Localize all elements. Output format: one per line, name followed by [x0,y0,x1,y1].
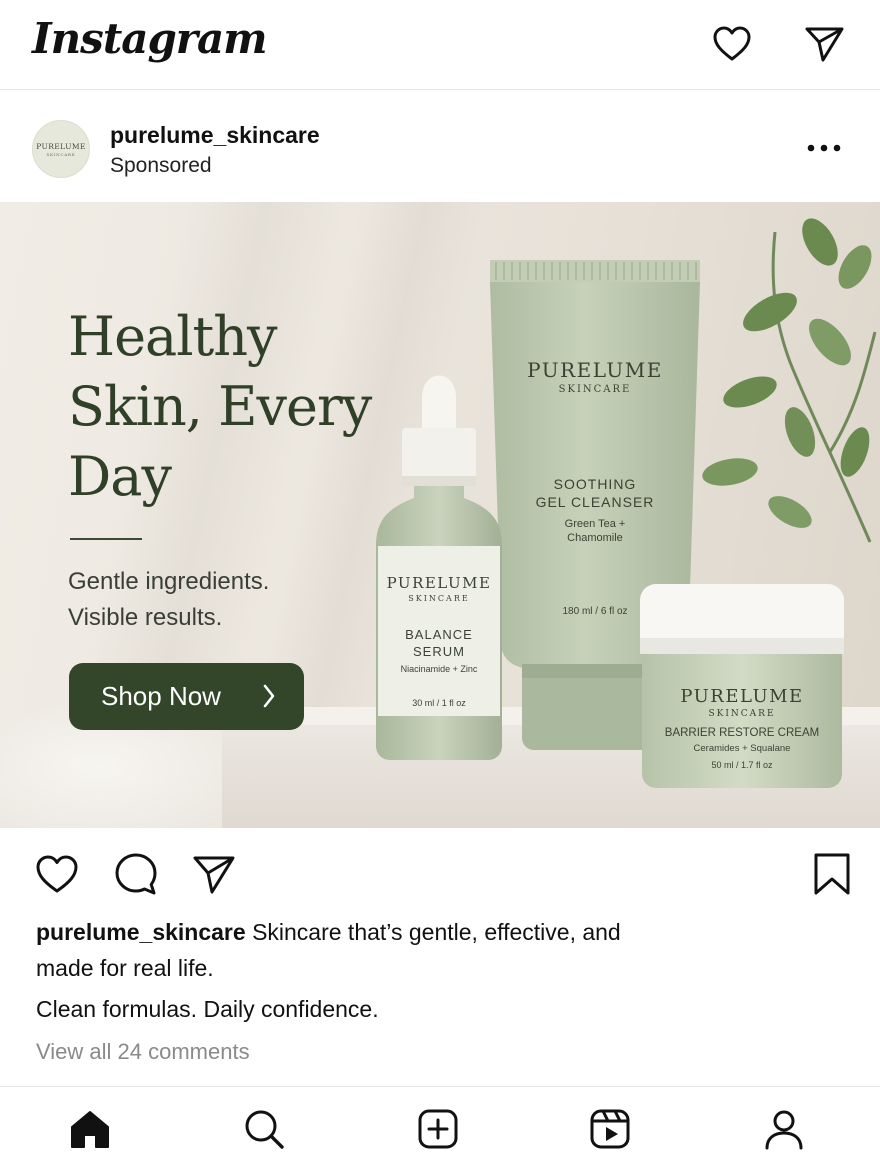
view-comments-link[interactable]: View all 24 comments [36,1035,250,1069]
sponsored-label: Sponsored [110,154,212,177]
shop-now-button[interactable]: Shop Now [69,663,304,730]
ad-image[interactable]: Healthy Skin, Every Day Gentle ingredien… [0,202,880,828]
tube-name-line1: SOOTHING [553,476,637,492]
headline-divider [70,538,142,540]
post-username[interactable]: purelume_skincare [110,122,320,149]
jar-skincare: SKINCARE [708,709,776,719]
shop-now-label: Shop Now [101,681,221,711]
ad-headline: Healthy Skin, Every Day [68,305,372,508]
tube-brand: PURELUME [527,358,663,382]
avatar-sub: SKINCARE [46,151,76,157]
serum-brand: PURELUME [386,574,492,592]
chevron-right-icon [263,684,275,708]
tube-ingredients-line2: Chamomile [567,532,623,544]
top-bar: Instagram [0,0,880,90]
post-header: PURELUME SKINCARE purelume_skincare Spon… [0,90,880,202]
profile-icon[interactable] [760,1105,808,1153]
serum-skincare: SKINCARE [408,594,470,603]
heart-icon[interactable] [708,22,756,66]
avatar[interactable]: PURELUME SKINCARE [32,120,90,178]
search-icon[interactable] [240,1105,288,1153]
home-icon[interactable] [66,1105,114,1153]
jar-size: 50 ml / 1.7 fl oz [711,760,773,770]
barrier-cream-jar: PURELUME SKINCARE BARRIER RESTORE CREAM … [638,582,846,790]
plant-illustration [702,218,877,543]
serum-name-line1: BALANCE [405,627,473,642]
bookmark-icon[interactable] [808,850,856,898]
tube-ingredients-line1: Green Tea + [564,518,626,530]
reels-icon[interactable] [586,1105,634,1153]
jar-brand: PURELUME [680,686,804,707]
caption-username[interactable]: purelume_skincare [36,919,246,945]
comment-icon[interactable] [112,850,160,898]
bottom-nav [0,1086,880,1168]
like-heart-icon[interactable] [33,850,81,898]
serum-ingredients: Niacinamide + Zinc [400,664,478,674]
serum-size: 30 ml / 1 fl oz [412,698,466,708]
share-icon[interactable] [190,850,238,898]
caption-tagline: Clean formulas. Daily confidence. [36,996,379,1022]
tube-skincare: SKINCARE [558,384,632,395]
instagram-logo[interactable]: Instagram [32,14,268,63]
send-icon[interactable] [800,22,848,66]
jar-name: BARRIER RESTORE CREAM [664,727,820,739]
more-options-icon[interactable] [804,134,844,162]
avatar-brand: PURELUME [36,141,86,151]
balance-serum-bottle: PURELUME SKINCARE BALANCE SERUM Niacinam… [374,358,504,760]
jar-ingredients: Ceramides + Squalane [693,743,791,754]
tube-name-line2: GEL CLEANSER [535,494,655,510]
serum-name-line2: SERUM [413,644,465,659]
post-actions [0,828,880,918]
create-icon[interactable] [414,1105,462,1153]
ad-subtext: Gentle ingredients. Visible results. [68,568,270,631]
post-caption: purelume_skincare Skincare that’s gentle… [36,914,656,986]
